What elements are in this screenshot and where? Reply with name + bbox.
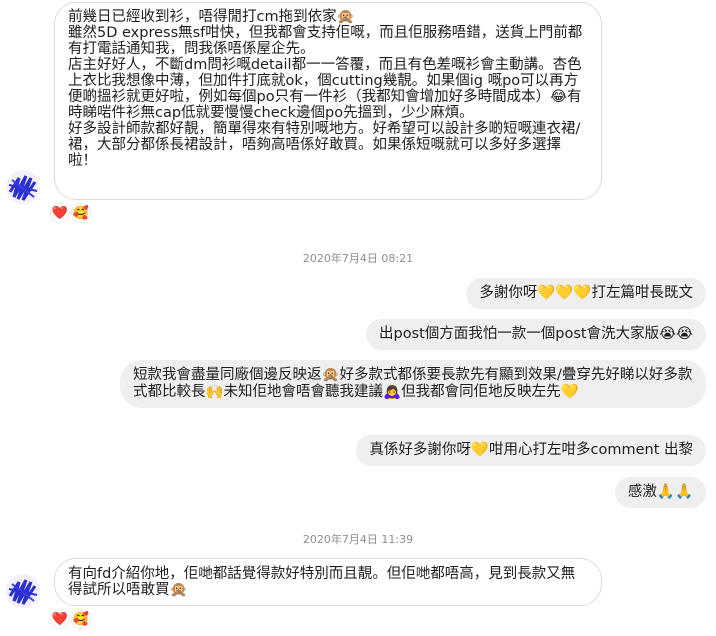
- avatar-scribble-icon: [6, 170, 40, 204]
- timestamp: 2020年7月4日 11:39: [302, 533, 414, 546]
- message-reactions[interactable]: ❤️ 🥰: [51, 609, 90, 629]
- avatar-scribble-icon: [6, 574, 40, 608]
- heart-reaction-icon[interactable]: ❤️: [51, 610, 69, 628]
- outgoing-message[interactable]: 多謝你呀💛💛💛打左篇咁長既文: [466, 278, 706, 309]
- sender-avatar[interactable]: [6, 574, 40, 608]
- incoming-message[interactable]: 前幾日已經收到衫，唔得閒打cm拖到依家🙊 雖然5D express無sf咁快，但…: [54, 2, 602, 200]
- love-reaction-icon[interactable]: 🥰: [72, 610, 90, 628]
- incoming-message[interactable]: 有向fd介紹你地，佢哋都話覺得款好特別而且靚。但佢哋都唔高，見到長款又無得試所以…: [54, 558, 602, 606]
- message-reactions[interactable]: ❤️ 🥰: [51, 203, 90, 223]
- outgoing-message[interactable]: 出post個方面我怕一款一個post會洗大家版😭😭: [365, 319, 706, 350]
- timestamp: 2020年7月4日 08:21: [302, 252, 414, 265]
- heart-reaction-icon[interactable]: ❤️: [51, 204, 69, 222]
- love-reaction-icon[interactable]: 🥰: [72, 204, 90, 222]
- sender-avatar[interactable]: [6, 170, 40, 204]
- outgoing-message[interactable]: 感激🙏🙏: [614, 477, 706, 508]
- outgoing-message[interactable]: 真係好多謝你呀💛咁用心打左咁多comment 出黎: [356, 435, 706, 466]
- outgoing-message[interactable]: 短款我會盡量同廠個邊反映返🙊好多款式都係要長款先有顯到效果/疊穿先好睇以好多款式…: [120, 360, 706, 408]
